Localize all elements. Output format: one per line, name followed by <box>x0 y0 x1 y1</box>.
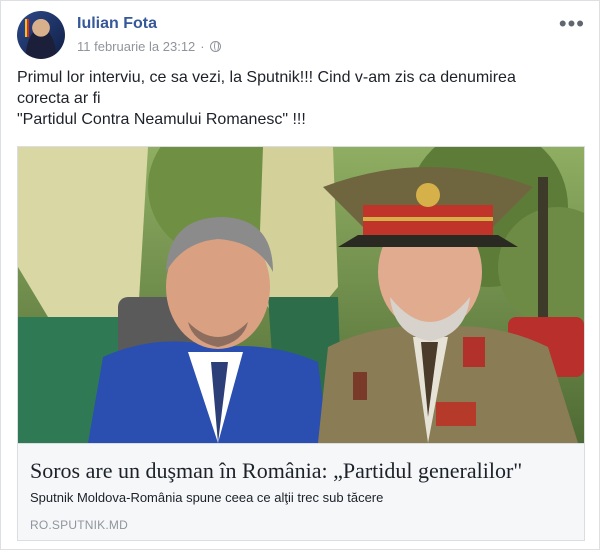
photo-illustration <box>18 147 584 443</box>
link-info[interactable]: Soros are un duşman în România: „Partidu… <box>18 443 584 540</box>
post-text: Primul lor interviu, ce sa vezi, la Sput… <box>17 67 577 130</box>
link-preview-card[interactable]: Soros are un duşman în România: „Partidu… <box>17 146 585 541</box>
post-text-line: Primul lor interviu, ce sa vezi, la Sput… <box>17 69 516 86</box>
meta-separator: · <box>200 39 205 54</box>
link-preview-image[interactable] <box>18 147 584 443</box>
link-description: Sputnik Moldova-România spune ceea ce al… <box>30 490 384 505</box>
link-title[interactable]: Soros are un duşman în România: „Partidu… <box>30 458 522 484</box>
flag-icon <box>23 19 29 37</box>
post-header: Iulian Fota 11 februarie la 23:12 · ••• <box>17 11 587 61</box>
post-meta: 11 februarie la 23:12 · <box>77 39 221 54</box>
author-name[interactable]: Iulian Fota <box>77 15 157 33</box>
post-timestamp[interactable]: 11 februarie la 23:12 <box>77 39 195 54</box>
post-text-line: corecta ar fi <box>17 90 101 107</box>
author-avatar[interactable] <box>17 11 65 59</box>
post-card: Iulian Fota 11 februarie la 23:12 · ••• … <box>0 0 600 550</box>
link-source: RO.SPUTNIK.MD <box>30 518 128 532</box>
post-text-line: "Partidul Contra Neamului Romanesc" !!! <box>17 111 306 128</box>
more-options-button[interactable]: ••• <box>559 11 585 37</box>
globe-icon[interactable] <box>209 41 221 52</box>
